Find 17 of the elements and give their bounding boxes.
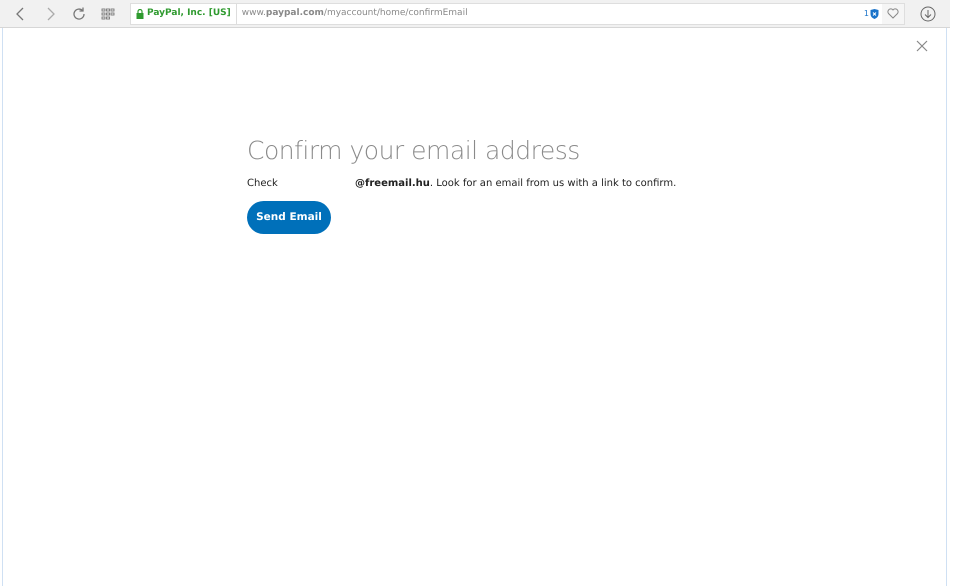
url-text: www.paypal.com/myaccount/home/confirmEmail [240,6,469,20]
lock-icon [136,8,144,18]
dialog-title: Confirm your email address [247,136,581,166]
grid-icon [100,8,114,20]
reload-icon [70,6,86,22]
heart-icon [887,8,899,19]
address-bar[interactable]: PayPal, Inc. [US] www.paypal.com/myaccount/home/confirmEmail 1 [130,2,905,24]
shield-icon [870,8,879,18]
close-icon [916,40,928,52]
badge-count: 1 [864,8,869,20]
check-label: Check [247,177,279,191]
security-label: PayPal, Inc. [US] [147,6,231,20]
favorite-button[interactable] [882,4,904,24]
download-icon [920,6,936,22]
send-email-button[interactable]: Send Email [247,201,331,234]
message-text: @freemail.hu. Look for an email from us with a link to confirm. [355,177,676,191]
close-button[interactable] [916,40,928,52]
